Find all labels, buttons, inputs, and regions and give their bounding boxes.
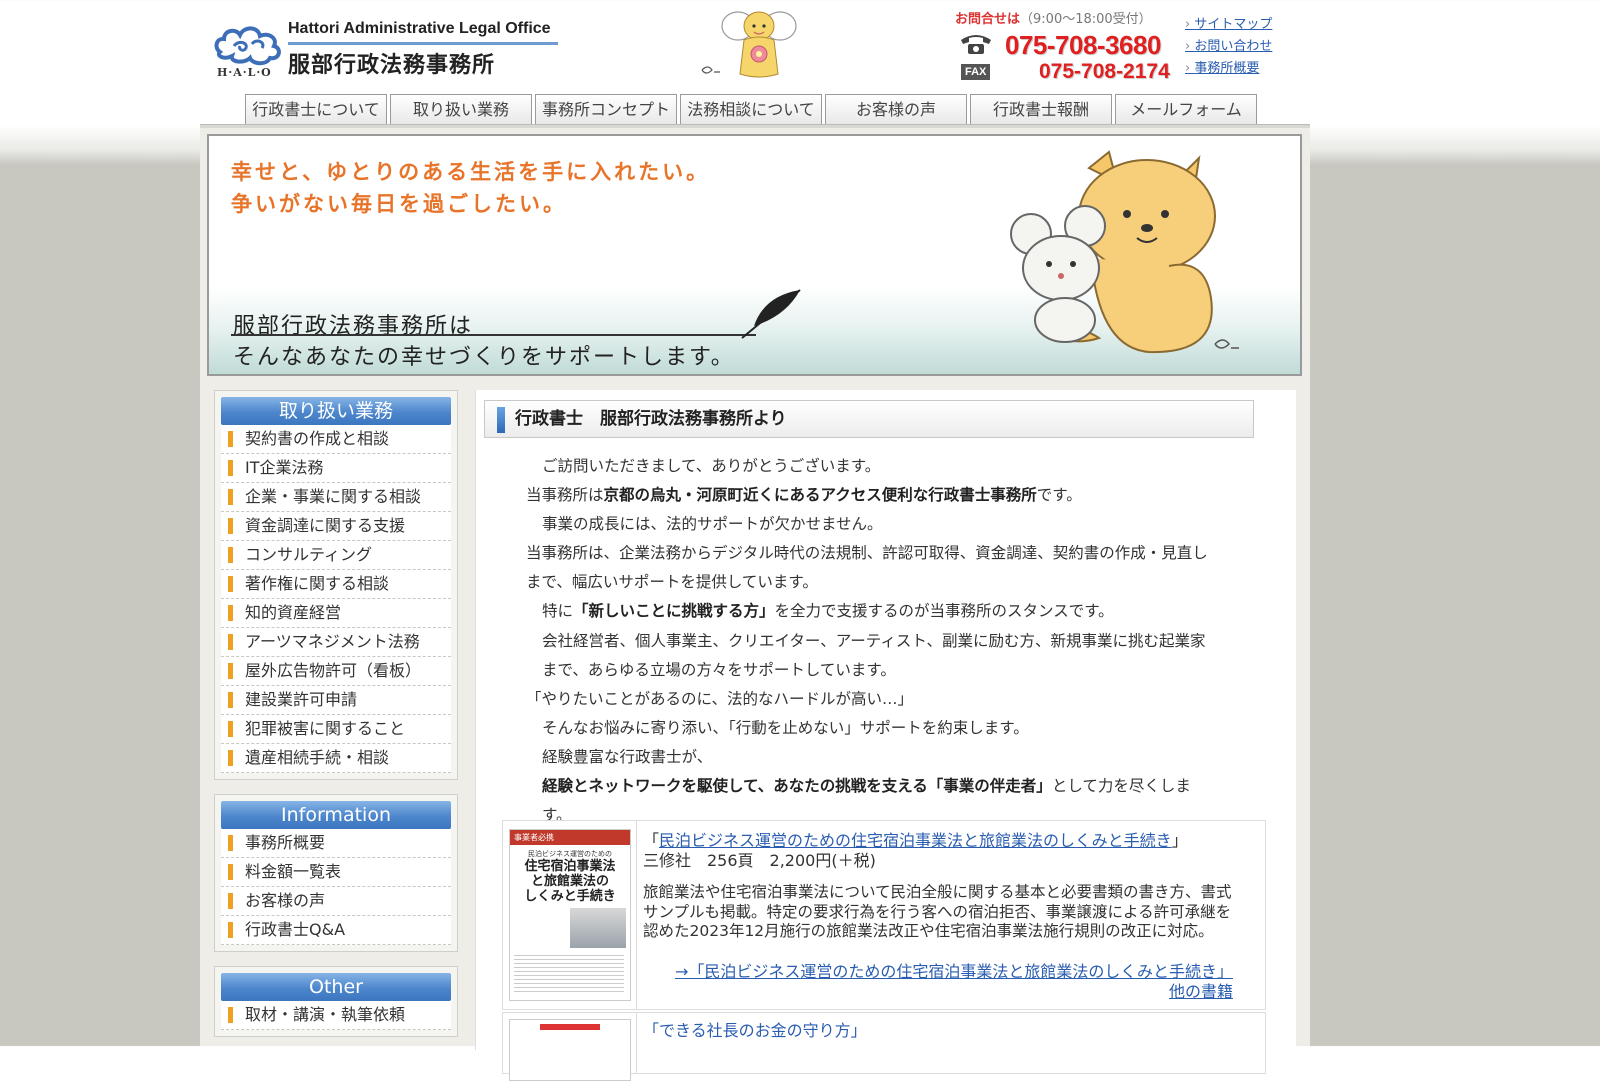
hero-underline <box>231 334 756 336</box>
sidebar-item-it-legal[interactable]: IT企業法務 <box>221 454 451 483</box>
logo-english-name: Hattori Administrative Legal Office <box>288 20 551 37</box>
intro-paragraph: 特に「新しいことに挑戦する方」を全力で支援するのが当事務所のスタンスです。 <box>526 597 1216 626</box>
intro-paragraph: 当事務所は京都の烏丸・河原町近くにあるアクセス便利な行政書士事務所です。 <box>526 481 1216 510</box>
nav-tab-about-gyoseishoshi[interactable]: 行政書士について <box>245 94 387 124</box>
text-span: 特に <box>542 602 574 621</box>
content-title: 行政書士 服部行政法務事務所より <box>484 400 1254 438</box>
site-logo[interactable]: H·A·L·O Hattori Administrative Legal Off… <box>212 14 562 84</box>
sidebar-item-office-overview[interactable]: 事務所概要 <box>221 829 451 858</box>
quick-link-contact[interactable]: お問い合わせ <box>1185 36 1272 58</box>
intro-paragraph: 事業の成長には、法的サポートが欠かせません。 <box>542 515 883 534</box>
sidebar-item-faq[interactable]: 行政書士Q&A <box>221 916 451 945</box>
book-cover-photo <box>570 908 626 948</box>
nav-tab-concept[interactable]: 事務所コンセプト <box>535 94 677 124</box>
book-separator <box>636 821 637 1009</box>
sidebar-services-box: 取り扱い業務 契約書の作成と相談 IT企業法務 企業・事業に関する相談 資金調達… <box>214 390 458 780</box>
fax-number: 075-708-2174 <box>1039 60 1170 83</box>
intro-text: ご訪問いただきまして、ありがとうございます。 当事務所は京都の烏丸・河原町近くに… <box>526 452 1216 830</box>
intro-paragraph: そんなお悩みに寄り添い、「行動を止めない」サポートを約束します。 <box>542 718 1029 737</box>
sidebar-item-signboard-permit[interactable]: 屋外広告物許可（看板） <box>221 657 451 686</box>
book-cover-image[interactable]: 事業者必携 民泊ビジネス運営のための 住宅宿泊事業法 と旅館業法の しくみと手続… <box>509 829 631 1001</box>
text-span: 当事務所は <box>526 486 604 505</box>
intro-paragraph: 当事務所は、企業法務からデジタル時代の法規制、許認可取得、資金調達、契約書の作成… <box>526 544 1208 592</box>
nav-tab-services[interactable]: 取り扱い業務 <box>390 94 532 124</box>
bold-text: 経験とネットワークを駆使して、あなたの挑戦を支える「事業の伴走者」 <box>542 777 1052 796</box>
telephone-number[interactable]: 075-708-3680 <box>1005 30 1161 61</box>
quick-link-sitemap[interactable]: サイトマップ <box>1185 14 1272 36</box>
book-cover-band <box>540 1024 600 1030</box>
sidebar-item-funding[interactable]: 資金調達に関する支援 <box>221 512 451 541</box>
logo-divider <box>288 42 558 45</box>
main-panel: 幸せと、ゆとりのある生活を手に入れたい。 争いがない毎日を過ごしたい。 服部行政… <box>200 128 1310 1081</box>
sidebar-services-title: 取り扱い業務 <box>221 397 451 425</box>
book-separator <box>636 1013 637 1073</box>
cloud-logo-icon <box>214 26 281 66</box>
logo-letters: H·A·L·O <box>217 66 272 79</box>
book-cover-image[interactable] <box>509 1019 631 1081</box>
sidebar-item-fee-list[interactable]: 料金額一覧表 <box>221 858 451 887</box>
main-nav: 行政書士について 取り扱い業務 事務所コンセプト 法務相談について お客様の声 … <box>245 94 1257 124</box>
quick-links: サイトマップ お問い合わせ 事務所概要 <box>1185 14 1272 80</box>
book-card: 「できる社長のお金の守り方」 <box>502 1012 1266 1081</box>
hero-tagline-1: 幸せと、ゆとりのある生活を手に入れたい。 <box>231 160 711 184</box>
intro-paragraph: 経験豊富な行政書士が、経験とネットワークを駆使して、あなたの挑戦を支える「事業の… <box>526 743 1216 830</box>
telephone-icon <box>961 35 991 54</box>
sidebar-information-box: Information 事務所概要 料金額一覧表 お客様の声 行政書士Q&A <box>214 794 458 952</box>
sidebar-information-title: Information <box>221 801 451 829</box>
text-span: 」 <box>1171 831 1188 850</box>
sidebar-item-media-requests[interactable]: 取材・講演・執筆依頼 <box>221 1001 451 1030</box>
sidebar-item-copyright[interactable]: 著作権に関する相談 <box>221 570 451 599</box>
book-description: 旅館業法や住宅宿泊事業法について民泊全般に関する基本と必要書類の書き方、書式サン… <box>643 883 1232 941</box>
sidebar-item-consulting[interactable]: コンサルティング <box>221 541 451 570</box>
nav-tab-consultation[interactable]: 法務相談について <box>680 94 822 124</box>
logo-japanese-name: 服部行政法務事務所 <box>288 53 496 78</box>
bold-text: 京都の烏丸・河原町近くにあるアクセス便利な行政書士事務所 <box>603 486 1037 505</box>
quick-link-office-overview[interactable]: 事務所概要 <box>1185 58 1272 80</box>
nav-tab-mail-form[interactable]: メールフォーム <box>1115 94 1257 124</box>
hero-banner: 幸せと、ゆとりのある生活を手に入れたい。 争いがない毎日を過ごしたい。 服部行政… <box>207 134 1302 376</box>
sidebar-other-title: Other <box>221 973 451 1001</box>
book-card: 事業者必携 民泊ビジネス運営のための 住宅宿泊事業法 と旅館業法の しくみと手続… <box>502 820 1266 1010</box>
sidebar-item-contracts[interactable]: 契約書の作成と相談 <box>221 425 451 454</box>
sidebar-item-construction-permit[interactable]: 建設業許可申請 <box>221 686 451 715</box>
text-span: です。 <box>1036 486 1082 505</box>
nav-tab-testimonials[interactable]: お客様の声 <box>825 94 967 124</box>
sidebar-other-box: Other 取材・講演・執筆依頼 <box>214 966 458 1037</box>
main-content: 行政書士 服部行政法務事務所より ご訪問いただきまして、ありがとうございます。 … <box>475 390 1296 1081</box>
bold-text: 「新しいことに挑戦する方」 <box>573 602 775 621</box>
intro-paragraph: ご訪問いただきまして、ありがとうございます。 <box>542 457 881 475</box>
contact-hours: （9:00～18:00受付） <box>1020 12 1152 27</box>
book-cover-subtitle: 民泊ビジネス運営のための <box>528 850 612 858</box>
hero-message-2: そんなあなたの幸せづくりをサポートします。 <box>233 345 735 370</box>
intro-paragraph: 「やりたいことがあるのに、法的なハードルが高い…」 <box>526 689 914 708</box>
sidebar: 取り扱い業務 契約書の作成と相談 IT企業法務 企業・事業に関する相談 資金調達… <box>214 390 458 1051</box>
sidebar-item-crime-victims[interactable]: 犯罪被害に関すること <box>221 715 451 744</box>
fax-icon: FAX <box>961 64 991 80</box>
angel-mascot-icon <box>701 11 797 78</box>
nav-tab-fees[interactable]: 行政書士報酬 <box>970 94 1112 124</box>
contact-info: お問合せは（9:00～18:00受付） 075-708-3680 FAX 075… <box>955 6 1170 86</box>
intro-paragraph: 会社経営者、個人事業主、クリエイター、アーティスト、副業に励む方、新規事業に挑む… <box>542 631 1206 679</box>
text-span: を全力で支援するのが当事務所のスタンスです。 <box>774 602 1114 621</box>
book-publisher-info: 三修社 256頁 2,200円(＋税) <box>643 851 876 870</box>
book-title-link[interactable]: 「できる社長のお金の守り方」 <box>643 1017 867 1041</box>
book-cover-band: 事業者必携 <box>510 830 630 845</box>
text-span: 経験豊富な行政書士が、 <box>542 747 713 766</box>
page: H·A·L·O Hattori Administrative Legal Off… <box>200 0 1310 1081</box>
quill-pen-icon <box>741 289 801 339</box>
book-cover-title-2: と旅館業法の <box>530 874 609 889</box>
book-cover-title-3: しくみと手続き <box>524 889 616 904</box>
contact-label: お問合せは（9:00～18:00受付） <box>955 8 1152 27</box>
sidebar-item-business-consult[interactable]: 企業・事業に関する相談 <box>221 483 451 512</box>
contact-label-text: お問合せは <box>955 12 1021 27</box>
sidebar-item-ip-management[interactable]: 知的資産経営 <box>221 599 451 628</box>
hero-tagline-2: 争いがない毎日を過ごしたい。 <box>231 192 567 216</box>
cat-and-mouse-illustration-icon <box>1010 150 1239 354</box>
sidebar-item-inheritance[interactable]: 遺産相続手続・相談 <box>221 744 451 773</box>
sidebar-item-arts-management[interactable]: アーツマネジメント法務 <box>221 628 451 657</box>
book-cover-text-lines <box>514 952 624 992</box>
book-cover-title-1: 住宅宿泊事業法 <box>524 859 616 874</box>
book-more-link[interactable]: →「民泊ビジネス運営のための住宅宿泊事業法と旅館業法のしくみと手続き」他の書籍 <box>663 962 1233 1001</box>
sidebar-item-testimonials[interactable]: お客様の声 <box>221 887 451 916</box>
